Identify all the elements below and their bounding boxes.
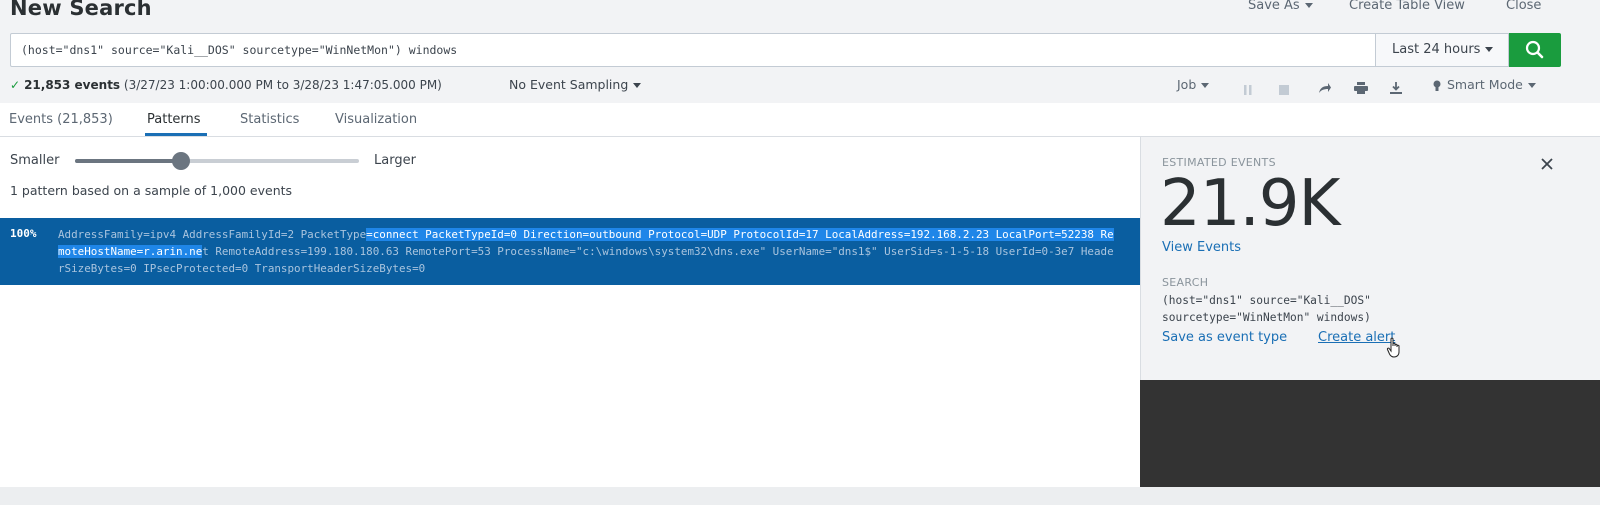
pattern-summary: 1 pattern based on a sample of 1,000 eve… — [10, 183, 293, 198]
event-count-status: ✓ 21,853 events (3/27/23 1:00:00.000 PM t… — [10, 77, 442, 93]
event-time-range: (3/27/23 1:00:00.000 PM to 3/28/23 1:47:… — [123, 78, 442, 92]
results-tabs: Events (21,853) Patterns Statistics Visu… — [0, 103, 1600, 137]
tab-events[interactable]: Events (21,853) — [9, 112, 113, 127]
caret-down-icon — [1304, 3, 1313, 8]
slider-larger-label: Larger — [374, 153, 416, 168]
create-alert-link[interactable]: Create alert — [1318, 330, 1395, 345]
slider-smaller-label: Smaller — [10, 153, 60, 168]
export-button[interactable] — [1390, 79, 1402, 98]
event-sampling-label: No Event Sampling — [509, 77, 629, 92]
time-range-picker[interactable]: Last 24 hours — [1375, 33, 1509, 67]
close-icon — [1541, 158, 1553, 170]
bulb-icon — [1433, 80, 1441, 91]
create-table-view-button[interactable]: Create Table View — [1349, 0, 1465, 14]
page-title: New Search — [10, 0, 152, 20]
job-label: Job — [1177, 77, 1197, 92]
caret-down-icon — [1485, 47, 1494, 52]
caret-down-icon — [1527, 83, 1536, 88]
pattern-text[interactable]: AddressFamily=ipv4 AddressFamilyId=2 Pac… — [58, 226, 1120, 277]
print-button[interactable] — [1354, 79, 1368, 98]
share-button[interactable] — [1318, 79, 1332, 98]
active-tab-indicator — [145, 133, 207, 136]
search-label: SEARCH — [1162, 276, 1209, 289]
estimated-events-value: 21.9K — [1160, 167, 1340, 241]
event-count: 21,853 events — [24, 78, 121, 92]
slider-handle[interactable] — [172, 152, 190, 170]
tab-patterns[interactable]: Patterns — [147, 112, 201, 127]
stop-icon — [1279, 85, 1289, 95]
bottom-strip — [0, 487, 1600, 505]
caret-down-icon — [1201, 83, 1210, 88]
search-button[interactable] — [1509, 33, 1561, 67]
job-menu[interactable]: Job — [1177, 77, 1210, 93]
tab-visualization[interactable]: Visualization — [335, 112, 417, 127]
close-button[interactable]: Close — [1506, 0, 1541, 14]
pause-button[interactable] — [1243, 80, 1253, 99]
stop-button[interactable] — [1279, 80, 1289, 99]
save-as-event-type-link[interactable]: Save as event type — [1162, 330, 1287, 345]
view-events-link[interactable]: View Events — [1162, 240, 1241, 255]
search-bar — [10, 33, 1376, 67]
close-panel-button[interactable] — [1538, 155, 1556, 173]
pattern-text-part: t RemoteAddress=199.180.180.63 RemotePor… — [58, 245, 1114, 275]
dark-area — [1140, 380, 1600, 487]
event-sampling-dropdown[interactable]: No Event Sampling — [509, 77, 642, 93]
check-icon: ✓ — [10, 78, 21, 92]
pointer-hand-icon — [1386, 337, 1400, 358]
search-icon — [1525, 40, 1544, 59]
search-mode-menu[interactable]: Smart Mode — [1433, 77, 1536, 93]
save-as-label: Save As — [1248, 0, 1300, 13]
hand-cursor-icon — [1386, 337, 1404, 363]
pattern-text-part: AddressFamily=ipv4 AddressFamilyId=2 Pac… — [58, 228, 367, 241]
save-as-menu[interactable]: Save As — [1248, 0, 1313, 14]
download-icon — [1390, 82, 1402, 94]
slider-fill — [75, 159, 182, 163]
time-range-label: Last 24 hours — [1392, 42, 1481, 57]
pause-icon — [1244, 85, 1252, 95]
printer-icon — [1354, 82, 1368, 94]
share-arrow-icon — [1319, 83, 1331, 93]
tab-statistics[interactable]: Statistics — [240, 112, 299, 127]
caret-down-icon — [633, 83, 642, 88]
pattern-search-text: (host="dns1" source="Kali__DOS" sourcety… — [1162, 294, 1371, 324]
search-input[interactable] — [11, 34, 1375, 66]
search-mode-label: Smart Mode — [1447, 77, 1523, 92]
pattern-percentage: 100% — [10, 227, 37, 240]
